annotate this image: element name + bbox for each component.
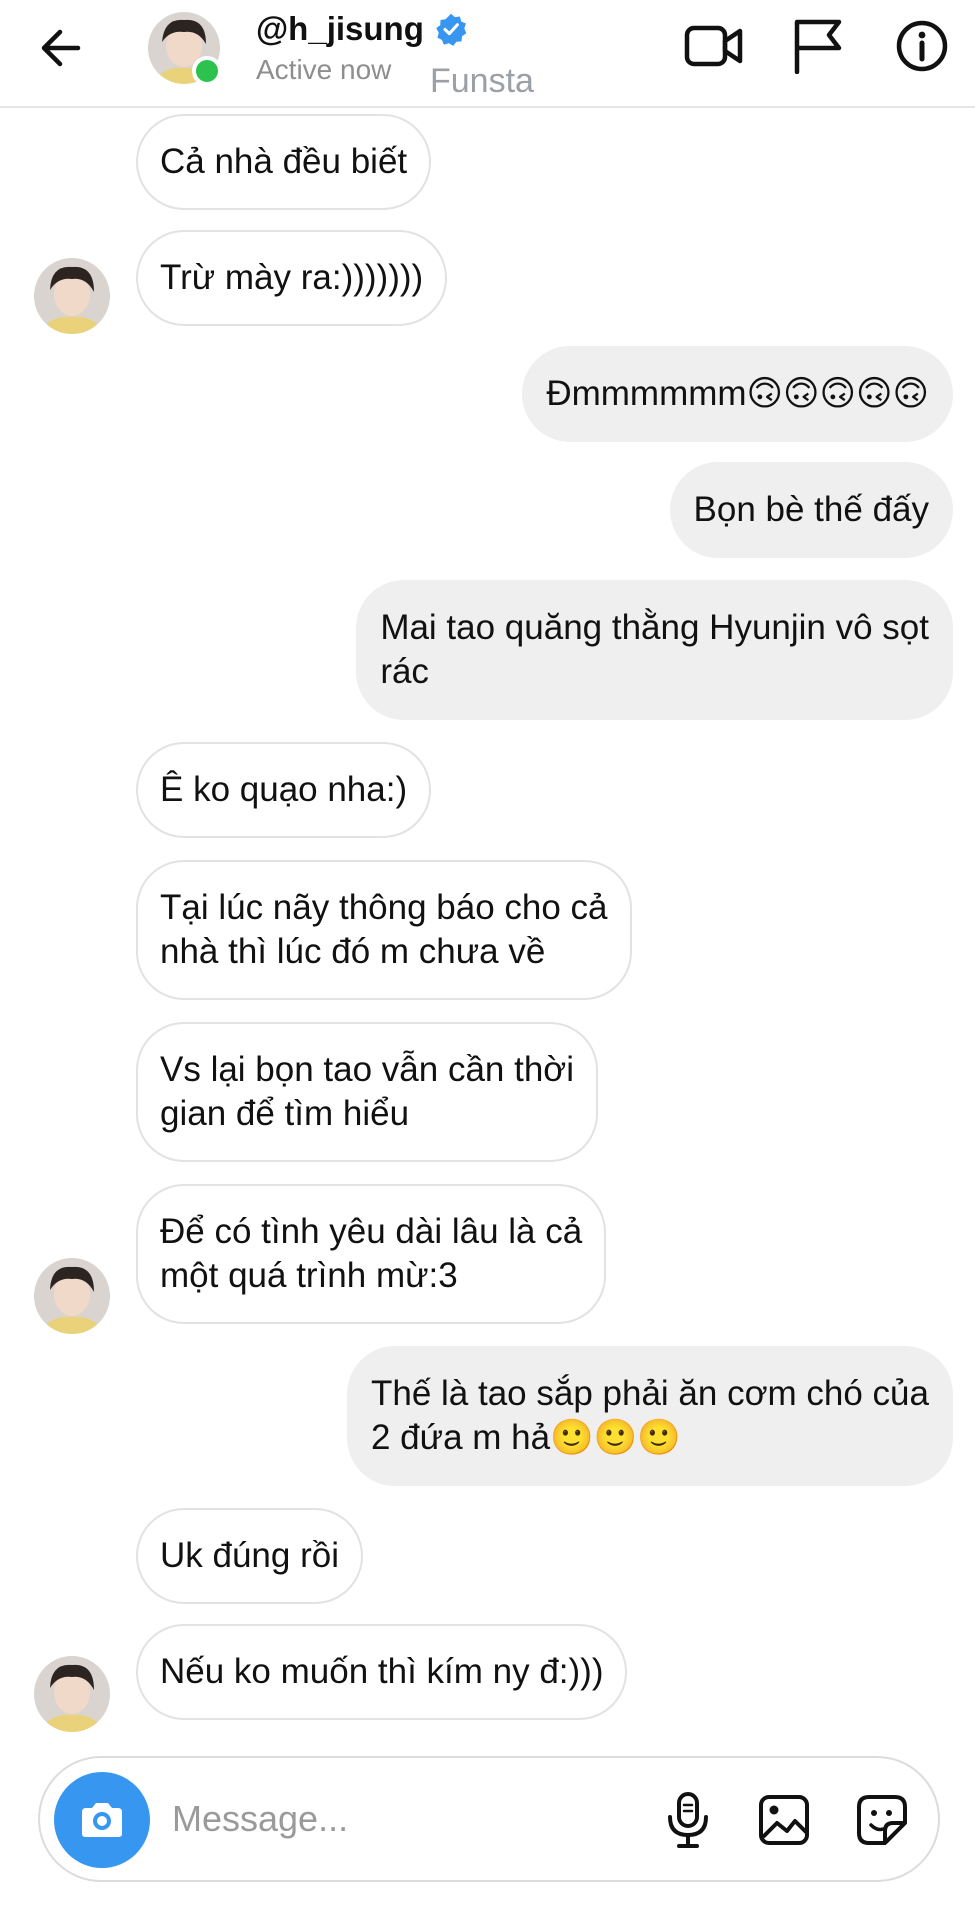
image-icon <box>759 1795 809 1845</box>
outgoing-message[interactable]: Thế là tao sắp phải ăn cơm chó của 2 đứa… <box>346 1346 953 1486</box>
video-call-icon <box>684 25 743 67</box>
message-input[interactable] <box>170 1788 624 1850</box>
chat-header: @h_jisung Active now Funsta <box>0 0 975 108</box>
camera-icon <box>82 1803 122 1837</box>
active-status: Active now <box>256 54 392 85</box>
sender-avatar[interactable] <box>34 258 110 334</box>
microphone-icon <box>668 1792 708 1848</box>
funsta-watermark: Funsta <box>430 62 534 100</box>
back-button[interactable] <box>30 18 90 78</box>
video-call-button[interactable] <box>682 14 746 78</box>
flag-icon <box>794 19 842 74</box>
message-composer <box>38 1756 940 1882</box>
incoming-message[interactable]: Trừ mày ra:))))))) <box>136 230 448 326</box>
gallery-button[interactable] <box>748 1784 820 1856</box>
sender-avatar[interactable] <box>34 1656 110 1732</box>
report-button[interactable] <box>786 14 850 78</box>
verified-badge-icon <box>436 13 467 46</box>
sticker-button[interactable] <box>846 1784 918 1856</box>
online-indicator <box>192 56 222 86</box>
incoming-message[interactable]: Vs lại bọn tao vẫn cần thời gian để tìm … <box>136 1022 599 1162</box>
outgoing-message[interactable]: Đmmmmmm🙃🙃🙃🙃🙃 <box>522 346 953 442</box>
incoming-message[interactable]: Tại lúc nãy thông báo cho cả nhà thì lúc… <box>136 860 632 1000</box>
info-icon <box>896 20 948 72</box>
voice-message-button[interactable] <box>652 1784 724 1856</box>
incoming-message[interactable]: Để có tình yêu dài lâu là cả một quá trì… <box>136 1184 607 1324</box>
incoming-message[interactable]: Ê ko quạo nha:) <box>136 742 432 838</box>
outgoing-message[interactable]: Bọn bè thế đấy <box>669 462 953 558</box>
incoming-message[interactable]: Nếu ko muốn thì kím ny đ:))) <box>136 1624 628 1720</box>
sticker-icon <box>857 1795 907 1845</box>
incoming-message[interactable]: Uk đúng rồi <box>136 1508 363 1604</box>
contact-username: @h_jisung <box>256 10 424 47</box>
camera-button[interactable] <box>54 1772 150 1868</box>
incoming-message[interactable]: Cả nhà đều biết <box>136 114 432 210</box>
username-row[interactable]: @h_jisung <box>256 10 468 48</box>
outgoing-message[interactable]: Mai tao quăng thằng Hyunjin vô sọt rác <box>356 580 953 720</box>
back-arrow-icon <box>41 29 81 67</box>
sender-avatar[interactable] <box>34 1258 110 1334</box>
info-button[interactable] <box>890 14 954 78</box>
